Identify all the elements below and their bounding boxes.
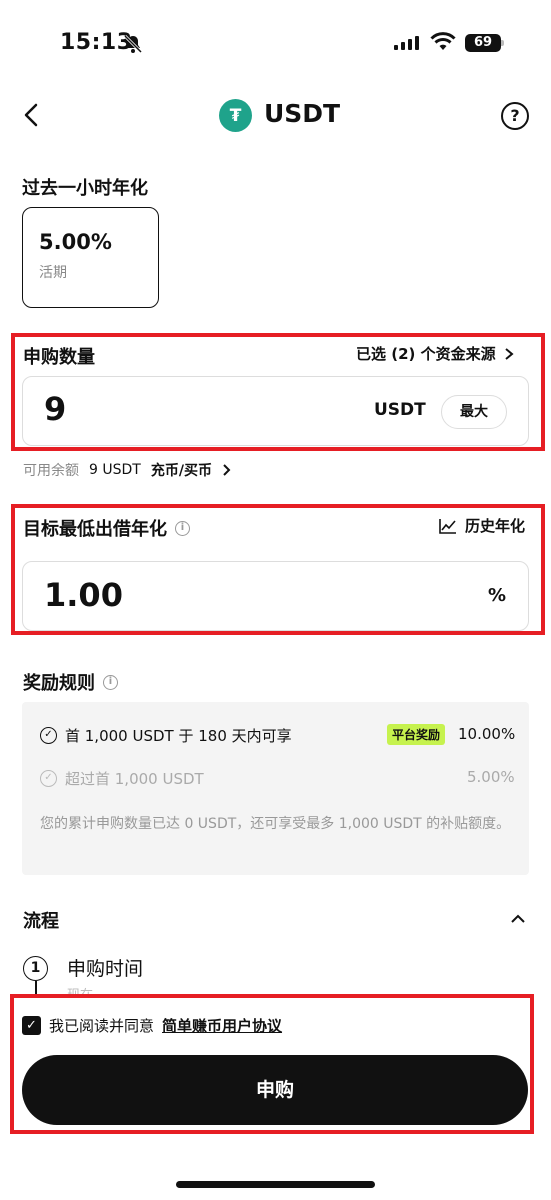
agreement-prefix: 我已阅读并同意 — [49, 1017, 155, 1035]
reward-row-tier2: ✓ 超过首 1,000 USDT — [40, 768, 204, 789]
fund-source-text: 已选 (2) 个资金来源 — [356, 345, 496, 363]
target-rate-text: 目标最低出借年化 — [23, 519, 167, 540]
reward-tier2-rate: 5.00% — [467, 768, 515, 786]
max-button[interactable]: 最大 — [441, 395, 507, 429]
battery-tip — [501, 40, 504, 46]
amount-unit: USDT — [374, 400, 426, 420]
reward-rules-label: 奖励规则 i — [23, 669, 118, 695]
rate-value: 5.00% — [39, 230, 112, 254]
reward-note: 您的累计申购数量已达 0 USDT，还可享受最多 1,000 USDT 的补贴额… — [40, 816, 511, 832]
info-icon[interactable]: i — [175, 520, 190, 536]
reward-tier2-text: 超过首 1,000 USDT — [65, 770, 204, 788]
flow-label: 流程 — [23, 911, 59, 932]
chevron-right-icon — [504, 347, 514, 360]
info-icon[interactable]: i — [103, 674, 118, 690]
agreement-row: ✓ 我已阅读并同意 简单赚币用户协议 — [22, 1015, 282, 1036]
help-icon[interactable]: ? — [501, 102, 529, 130]
wifi-icon — [430, 32, 456, 50]
target-rate-label: 目标最低出借年化 i — [23, 515, 190, 541]
deposit-link[interactable]: 充币/买币 — [151, 460, 212, 480]
back-arrow-icon[interactable] — [18, 100, 46, 130]
platform-reward-badge: 平台奖励 — [387, 724, 446, 745]
reward-rules-text: 奖励规则 — [23, 673, 95, 694]
chevron-up-icon[interactable] — [509, 910, 527, 928]
agreement-link[interactable]: 简单赚币用户协议 — [162, 1015, 282, 1036]
rate-label: 过去一小时年化 — [22, 178, 148, 199]
target-rate-input[interactable]: 1.00 — [44, 576, 123, 614]
target-rate-unit: % — [488, 585, 507, 606]
step-title: 申购时间 — [67, 958, 144, 980]
page-title: USDT — [264, 99, 341, 128]
check-circle-icon: ✓ — [40, 770, 57, 787]
rate-type: 活期 — [39, 265, 67, 281]
history-rate-link[interactable]: 历史年化 — [439, 515, 525, 536]
chevron-right-icon — [223, 464, 231, 476]
amount-input[interactable]: 9 — [44, 390, 66, 428]
balance-row: 可用余额 9 USDT 充币/买币 — [23, 460, 231, 480]
step-connector — [35, 981, 37, 995]
status-time: 15:13 — [60, 30, 133, 55]
reward-tier1-text: 首 1,000 USDT 于 180 天内可享 — [65, 727, 292, 745]
bell-off-icon — [123, 34, 143, 54]
check-circle-icon: ✓ — [40, 727, 57, 744]
fund-source-link[interactable]: 已选 (2) 个资金来源 — [356, 343, 514, 364]
rate-card[interactable] — [22, 207, 159, 308]
reward-row-tier1: ✓ 首 1,000 USDT 于 180 天内可享 — [40, 725, 292, 746]
subscribe-button[interactable]: 申购 — [22, 1055, 528, 1125]
usdt-logo-icon: ₮ — [219, 99, 252, 132]
home-indicator — [176, 1181, 375, 1188]
step-number: 1 — [23, 956, 48, 981]
agreement-checkbox[interactable]: ✓ — [22, 1016, 41, 1035]
subscribe-amount-label: 申购数量 — [23, 347, 95, 368]
battery-icon: 69 — [465, 34, 501, 52]
reward-tier1-rate: 10.00% — [458, 725, 516, 743]
trend-chart-icon — [439, 518, 456, 534]
balance-value: 9 USDT — [89, 462, 141, 478]
signal-icon — [394, 36, 419, 50]
history-rate-text: 历史年化 — [465, 517, 526, 535]
balance-label: 可用余额 — [23, 463, 79, 479]
